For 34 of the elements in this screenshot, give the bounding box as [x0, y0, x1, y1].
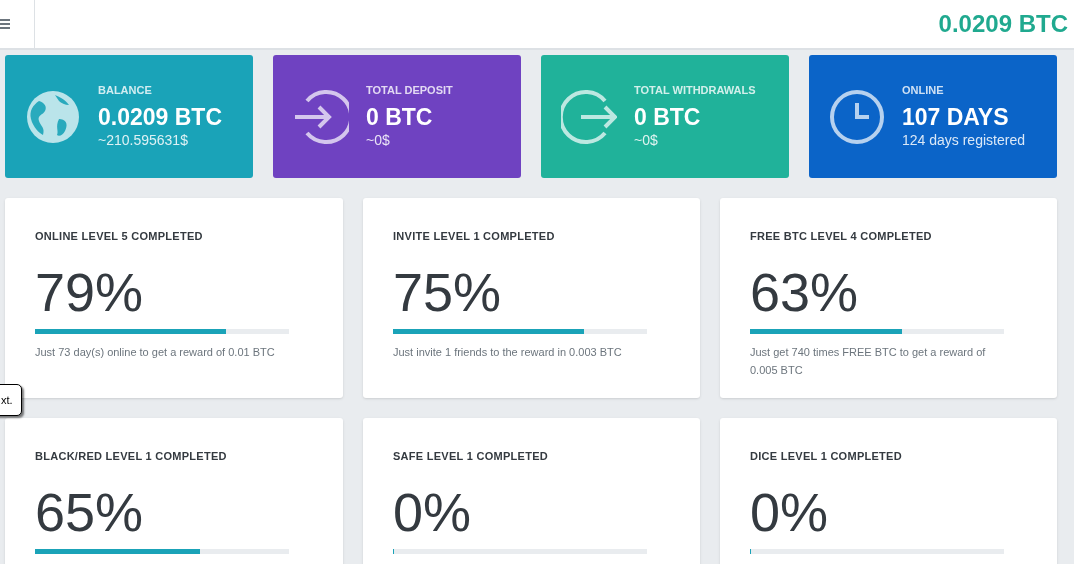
level-title: ONLINE LEVEL 5 COMPLETED [35, 229, 204, 244]
level-title: FREE BTC LEVEL 4 COMPLETED [750, 229, 933, 244]
stat-label: ONLINE [902, 83, 945, 98]
stat-subtext: ~210.595631$ [98, 132, 189, 150]
stat-value: 0 BTC [366, 103, 434, 132]
level-description: Just 73 day(s) online to get a reward of 0.01 BTC [35, 344, 276, 360]
stat-value: 0 BTC [634, 103, 702, 132]
header-balance: 0.0209 BTC [938, 9, 1069, 39]
exit-arrow-icon [561, 88, 617, 145]
level-percent: 75% [393, 264, 503, 319]
clock-icon [829, 88, 885, 145]
stat-label: TOTAL DEPOSIT [366, 83, 453, 98]
level-title: DICE LEVEL 1 COMPLETED [750, 449, 903, 464]
stat-label: BALANCE [98, 83, 153, 98]
level-description: Just get 740 times FREE BTC to get a reward of 0.005 BTC [750, 344, 987, 378]
stat-subtext: 124 days registered [902, 132, 1025, 150]
stat-value: 107 DAYS [902, 103, 1010, 132]
enter-arrow-icon [293, 88, 349, 145]
level-percent: 79% [35, 264, 145, 319]
level-percent: 65% [35, 484, 145, 539]
level-title: SAFE LEVEL 1 COMPLETED [393, 449, 549, 464]
stat-subtext: ~0$ [634, 132, 659, 150]
level-description: Just invite 1 friends to the reward in 0.003 BTC [393, 344, 623, 360]
level-title: INVITE LEVEL 1 COMPLETED [393, 229, 556, 244]
stat-label: TOTAL WITHDRAWALS [634, 83, 756, 98]
level-percent: 0% [393, 484, 473, 539]
level-percent: 63% [750, 264, 860, 319]
tooltip: xt. [0, 384, 22, 416]
menu-icon[interactable] [0, 0, 35, 48]
globe-icon [25, 88, 81, 145]
stat-value: 0.0209 BTC [98, 103, 222, 132]
level-title: BLACK/RED LEVEL 1 COMPLETED [35, 449, 228, 464]
stat-subtext: ~0$ [366, 132, 391, 150]
level-percent: 0% [750, 484, 830, 539]
